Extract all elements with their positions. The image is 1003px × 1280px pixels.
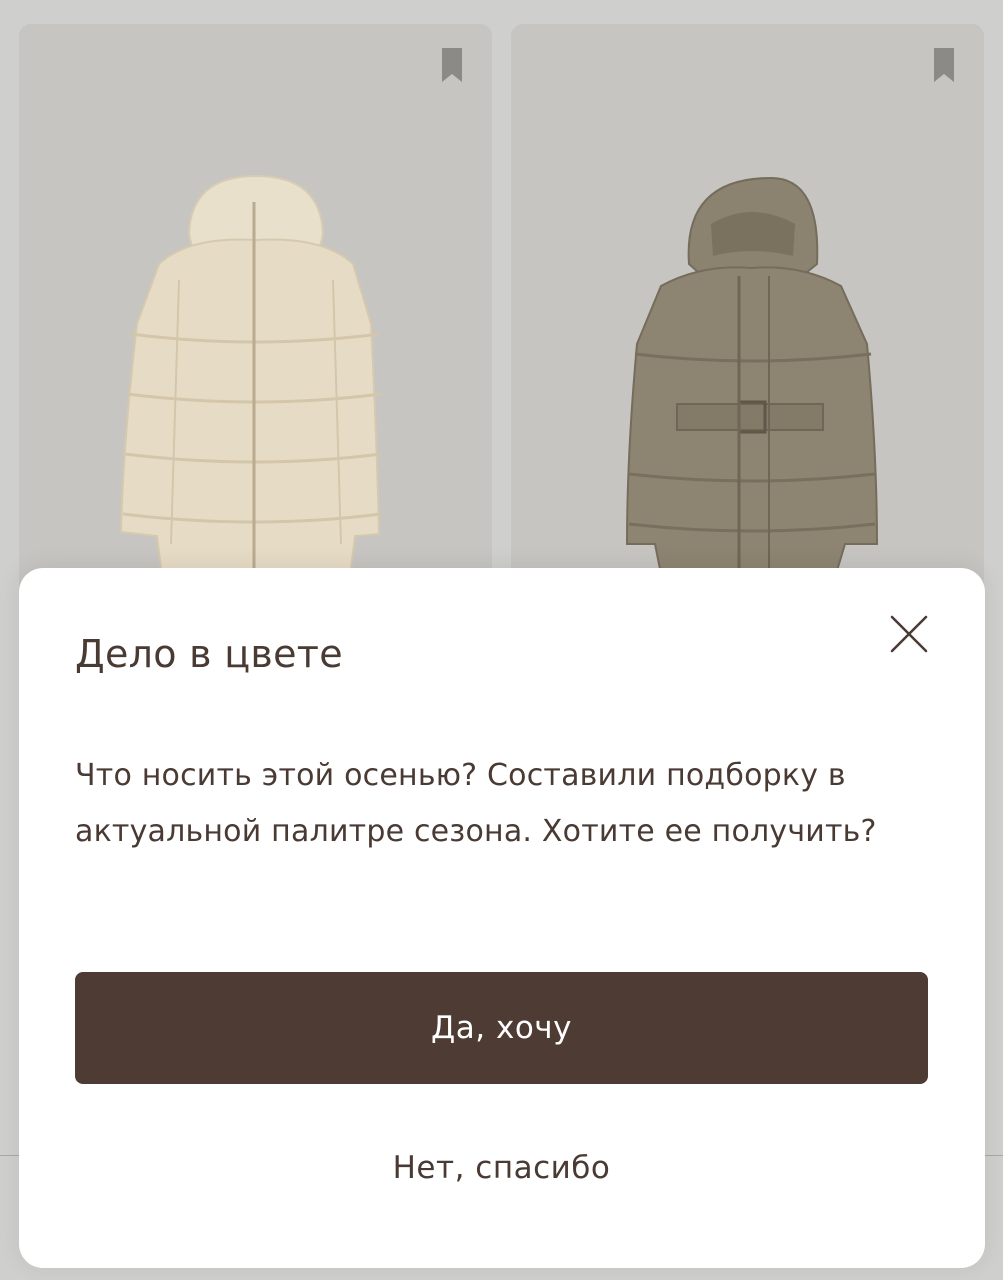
modal-title: Дело в цвете [75,632,343,676]
modal-message: Что носить этой осенью? Составили подбор… [75,758,877,849]
accept-button[interactable]: Да, хочу [75,972,928,1084]
promo-modal: Дело в цвете Что носить этой осенью? Сос… [19,568,985,1268]
close-icon[interactable] [887,612,931,656]
modal-overlay: Дело в цвете Что носить этой осенью? Сос… [0,0,1003,1280]
decline-button[interactable]: Нет, спасибо [75,1128,928,1208]
